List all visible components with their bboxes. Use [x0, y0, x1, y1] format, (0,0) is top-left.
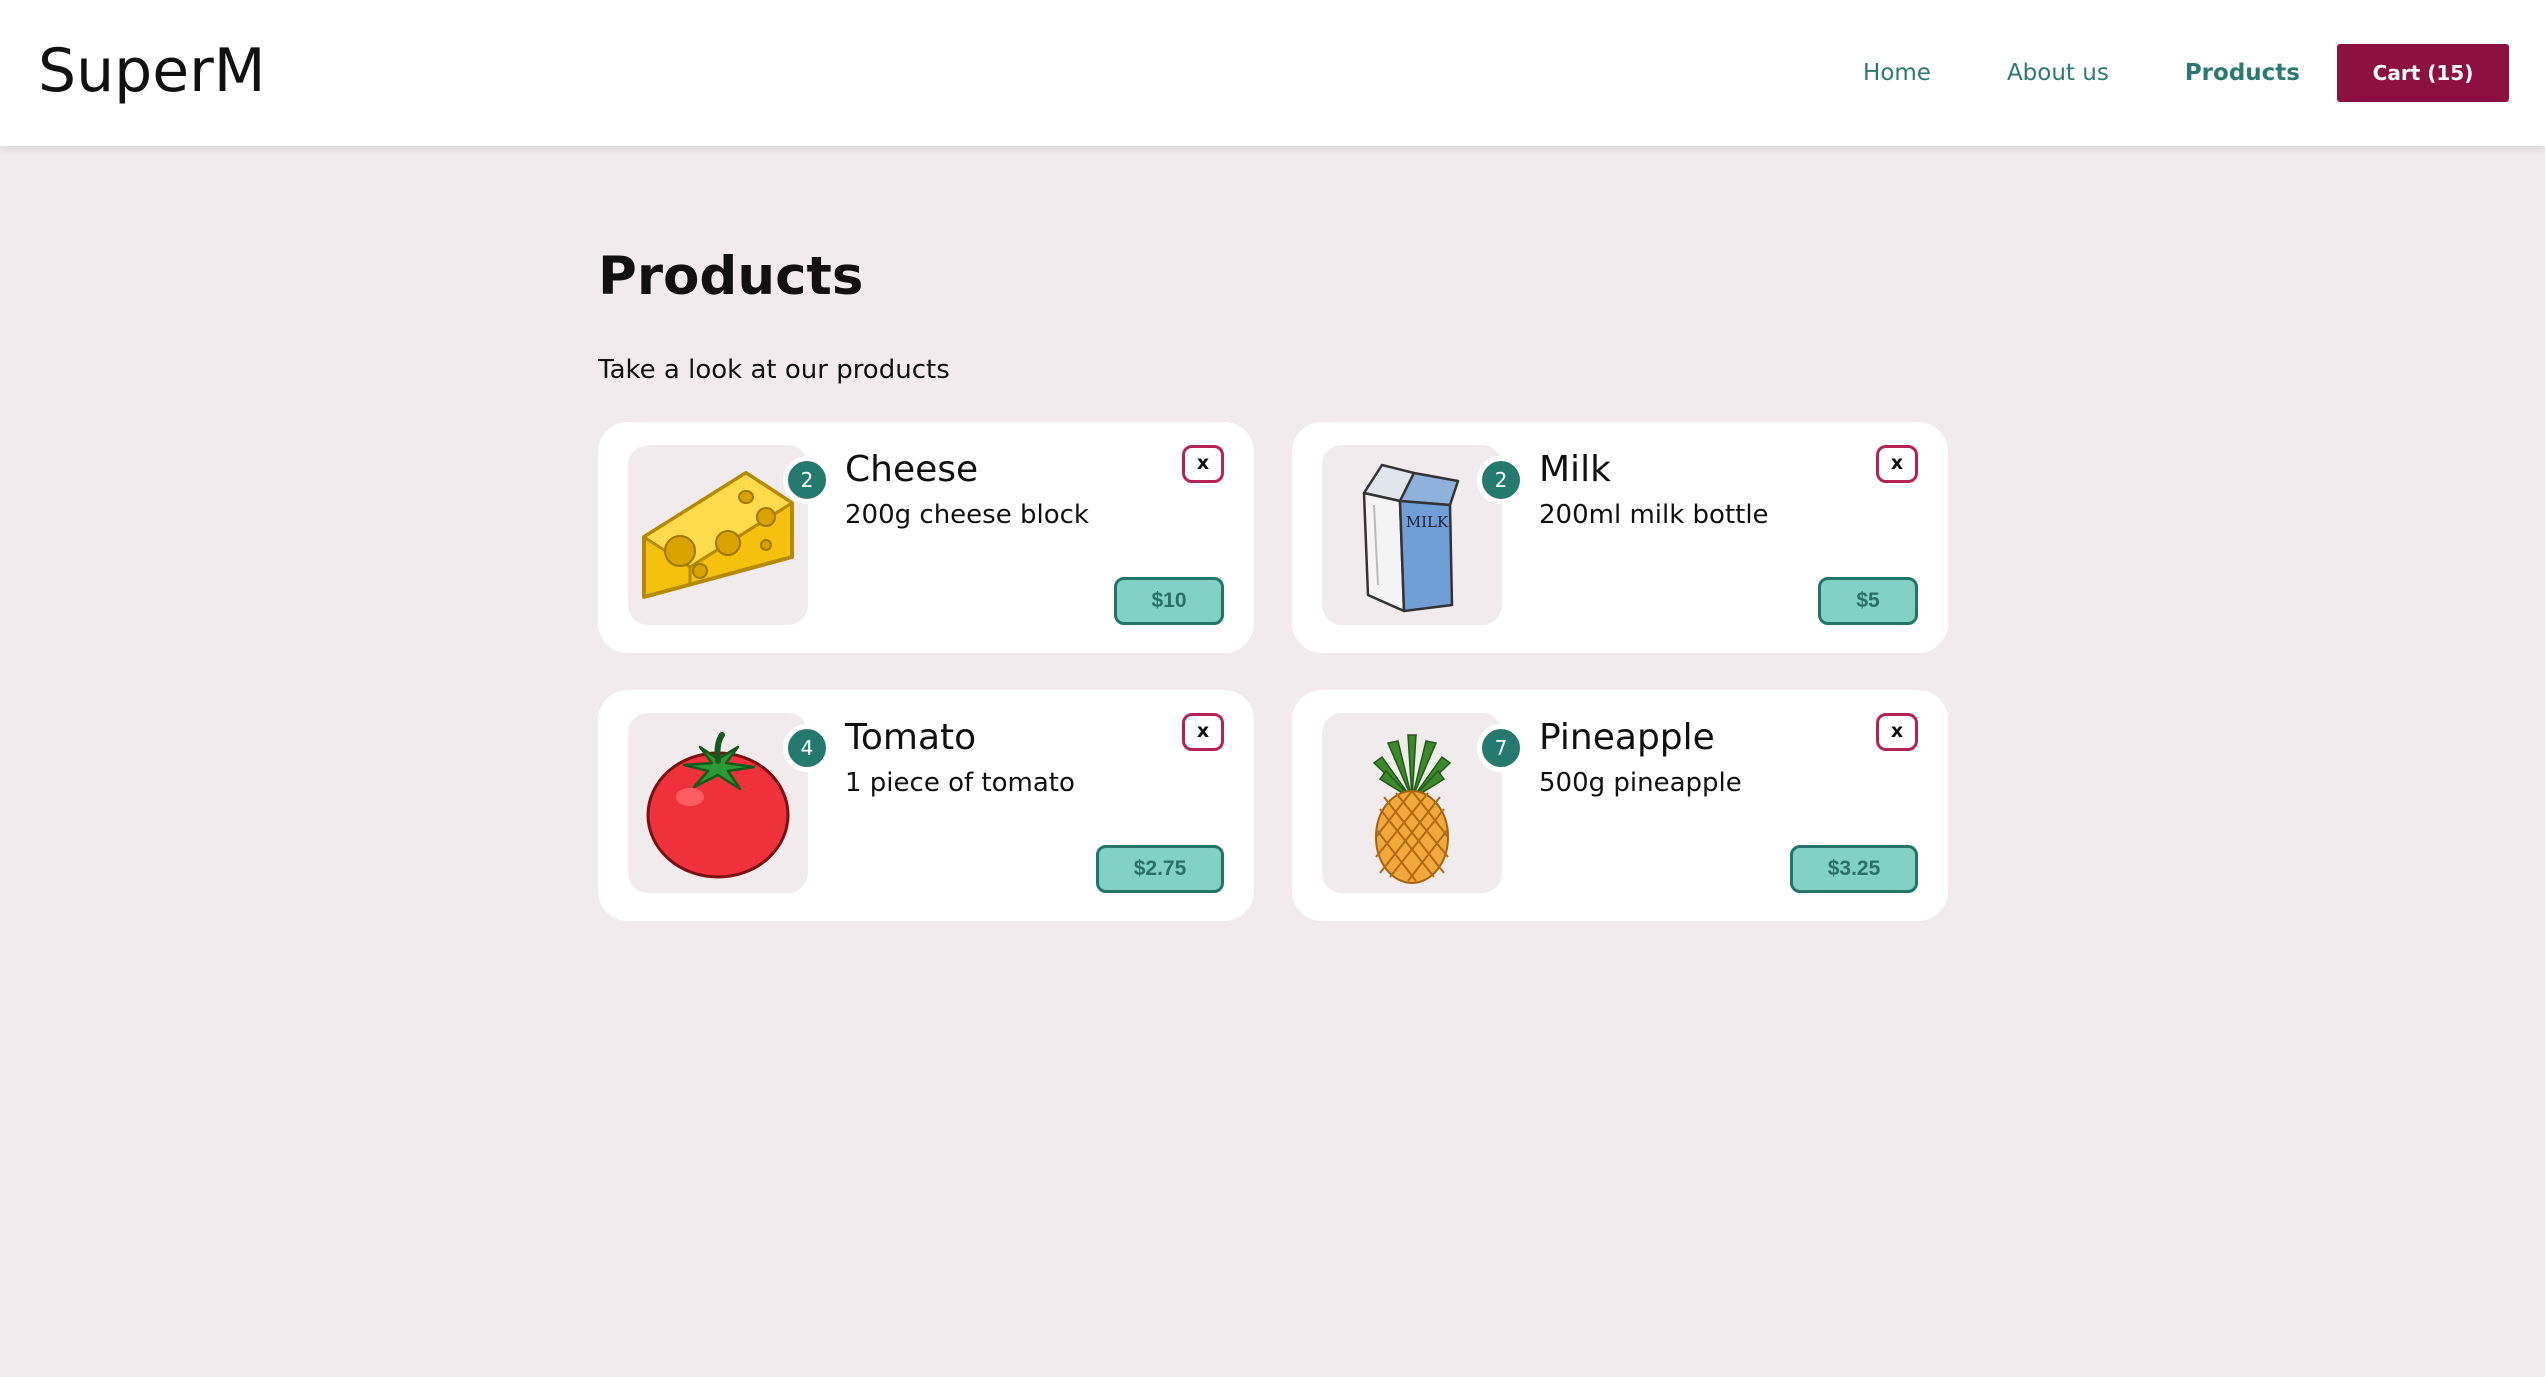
product-name: Tomato — [845, 717, 977, 758]
product-image — [628, 445, 808, 625]
product-card-milk: MILK 2 Milk 200ml milk bottle x $5 — [1292, 422, 1948, 653]
product-name: Pineapple — [1539, 717, 1715, 758]
quantity-badge: 4 — [783, 724, 831, 772]
product-card-tomato: 4 Tomato 1 piece of tomato x $2.75 — [598, 690, 1254, 921]
product-name: Milk — [1539, 449, 1611, 490]
quantity-badge: 2 — [783, 456, 831, 504]
quantity-badge: 7 — [1477, 724, 1525, 772]
remove-button[interactable]: x — [1876, 713, 1918, 751]
price-button[interactable]: $5 — [1818, 577, 1918, 625]
page-title: Products — [598, 246, 864, 307]
nav-about-link[interactable]: About us — [2007, 60, 2109, 86]
price-button[interactable]: $2.75 — [1096, 845, 1224, 893]
milk-carton-icon: MILK — [1362, 463, 1460, 613]
cheese-icon — [642, 471, 794, 599]
remove-button[interactable]: x — [1182, 713, 1224, 751]
pineapple-icon — [1372, 734, 1452, 884]
product-image — [1322, 713, 1502, 893]
nav-products-link[interactable]: Products — [2185, 60, 2300, 86]
price-button[interactable]: $3.25 — [1790, 845, 1918, 893]
tomato-icon — [646, 732, 790, 879]
remove-button[interactable]: x — [1876, 445, 1918, 483]
product-name: Cheese — [845, 449, 979, 490]
product-image — [628, 713, 808, 893]
quantity-badge: 2 — [1477, 456, 1525, 504]
product-description: 200ml milk bottle — [1539, 500, 1769, 530]
site-header: SuperM Home About us Products Cart (15) — [0, 0, 2545, 146]
nav-home-link[interactable]: Home — [1863, 60, 1931, 86]
product-image: MILK — [1322, 445, 1502, 625]
price-button[interactable]: $10 — [1114, 577, 1224, 625]
cart-button[interactable]: Cart (15) — [2337, 44, 2509, 102]
product-description: 500g pineapple — [1539, 768, 1742, 798]
product-card-cheese: 2 Cheese 200g cheese block x $10 — [598, 422, 1254, 653]
milk-label: MILK — [1406, 513, 1449, 531]
page-subtitle: Take a look at our products — [598, 355, 950, 385]
remove-button[interactable]: x — [1182, 445, 1224, 483]
main-nav: Home About us Products Cart (15) — [1863, 44, 2509, 102]
product-description: 1 piece of tomato — [845, 768, 1075, 798]
site-logo[interactable]: SuperM — [38, 36, 266, 106]
product-card-pineapple: 7 Pineapple 500g pineapple x $3.25 — [1292, 690, 1948, 921]
product-description: 200g cheese block — [845, 500, 1089, 530]
